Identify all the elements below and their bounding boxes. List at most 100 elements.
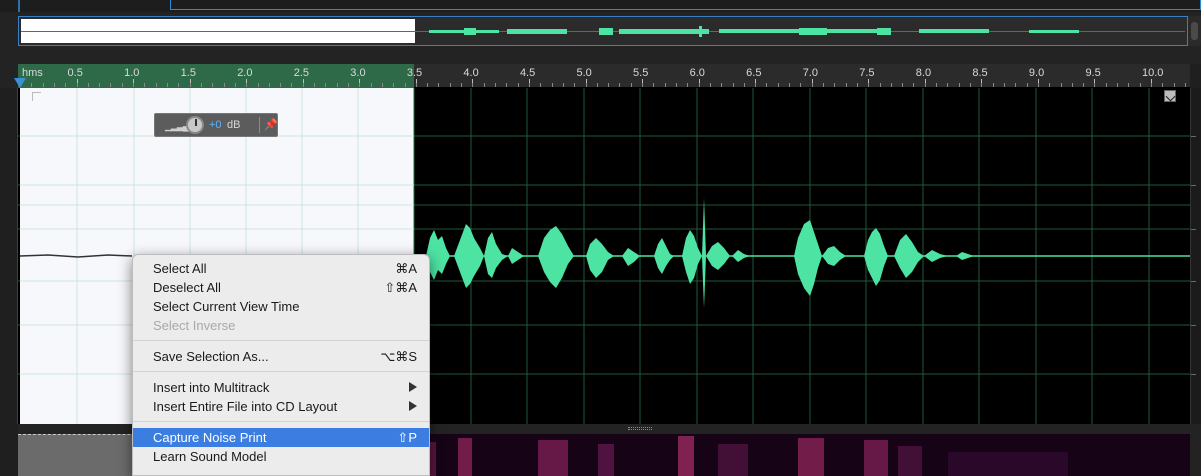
menu-item-select-all[interactable]: Select All ⌘A <box>133 259 429 278</box>
ruler-minor-tick <box>698 83 700 87</box>
ruler-minor-tick <box>981 83 983 87</box>
overview-waveform <box>429 26 1079 37</box>
ruler-minor-tick <box>1003 83 1005 87</box>
ruler-minor-tick <box>133 83 135 87</box>
ruler-tick-label: 6.5 <box>746 67 762 79</box>
ruler-tick-label: 7.5 <box>859 67 875 79</box>
ruler-minor-tick <box>438 83 440 87</box>
ruler-minor-tick <box>121 83 123 87</box>
panel-edge <box>18 0 20 12</box>
ruler-minor-tick <box>99 83 101 87</box>
ruler-minor-tick <box>223 83 225 87</box>
zoom-fit-icon[interactable] <box>1164 90 1176 102</box>
ruler-tick-label: 7.0 <box>802 67 818 79</box>
ruler-minor-tick <box>42 83 44 87</box>
ruler-minor-tick <box>596 83 598 87</box>
ruler-minor-tick <box>777 83 779 87</box>
menu-item-insert-into-multitrack[interactable]: Insert into Multitrack <box>133 378 429 397</box>
ruler-minor-tick <box>1151 83 1152 87</box>
ruler-minor-tick <box>280 83 282 87</box>
ruler-minor-tick <box>936 83 938 87</box>
ruler-minor-tick <box>31 83 33 87</box>
top-panel-strip <box>0 0 1201 12</box>
ruler-minor-tick <box>551 83 553 87</box>
menu-item-deselect-all[interactable]: Deselect All ⇧⌘A <box>133 278 429 297</box>
ruler-tick-label: 2.5 <box>293 67 310 79</box>
ruler-minor-tick <box>246 83 248 87</box>
ruler-minor-tick <box>302 83 304 87</box>
ruler-minor-tick <box>1117 83 1119 87</box>
ruler-tick-label: 1.5 <box>180 67 196 79</box>
menu-item-learn-sound-model[interactable]: Learn Sound Model <box>133 447 429 466</box>
ruler-tick-label: 5.5 <box>633 67 649 79</box>
ruler-tick-label: 9.0 <box>1028 67 1045 79</box>
ruler-minor-tick <box>1026 83 1028 87</box>
ruler-minor-tick <box>178 83 180 87</box>
ruler-minor-tick <box>687 83 689 87</box>
menu-separator <box>133 421 429 422</box>
volume-knob[interactable] <box>186 116 204 134</box>
zoom-fit-corner-left[interactable] <box>32 92 41 101</box>
ruler-minor-tick <box>856 83 858 87</box>
ruler-minor-tick <box>461 83 463 87</box>
volume-hud[interactable]: ▁▂▃▄▅ +0 dB 📌 <box>154 113 278 137</box>
pin-icon[interactable]: 📌 <box>264 118 278 131</box>
ruler-minor-tick <box>811 83 813 87</box>
ruler-minor-tick <box>336 83 338 87</box>
ruler-minor-tick <box>642 83 644 87</box>
menu-item-select-inverse: Select Inverse <box>153 318 236 333</box>
ruler-minor-tick <box>823 83 824 87</box>
ruler-minor-tick <box>155 83 157 87</box>
ruler-minor-tick <box>619 83 621 87</box>
splitter-grip[interactable] <box>628 427 652 430</box>
ruler-minor-tick <box>902 83 904 87</box>
ruler-tick-label: 0.5 <box>67 67 83 79</box>
ruler-minor-tick <box>381 83 383 87</box>
ruler-tick-label: 4.0 <box>463 67 479 79</box>
ruler-minor-tick <box>664 83 666 87</box>
time-ruler[interactable]: hms 0.5 1.0 1.5 2.0 2.5 3.0 3.5 4.0 4.5 5.0 5.5 6.0… <box>14 64 1190 88</box>
ruler-minor-tick <box>789 83 791 87</box>
ruler-minor-tick <box>314 83 316 87</box>
left-gutter <box>0 88 18 476</box>
context-menu[interactable]: Select All ⌘A Deselect All ⇧⌘A Select Cu… <box>132 254 430 476</box>
ruler-minor-tick <box>574 83 576 87</box>
overview-navigator[interactable] <box>18 16 1188 46</box>
ruler-minor-tick <box>630 83 632 87</box>
ruler-tick-label: 3.0 <box>350 67 366 79</box>
ruler-minor-tick <box>947 83 949 87</box>
menu-item-save-selection-as[interactable]: Save Selection As... ⌥⌘S <box>133 347 429 366</box>
ruler-minor-tick <box>370 83 372 87</box>
ruler-minor-tick <box>472 83 474 87</box>
ruler-minor-tick <box>562 83 564 87</box>
menu-item-insert-into-cd-layout[interactable]: Insert Entire File into CD Layout <box>133 397 429 416</box>
ruler-minor-tick <box>110 83 112 87</box>
ruler-minor-tick <box>347 83 349 87</box>
ruler-minor-tick <box>483 83 485 87</box>
ruler-minor-tick <box>709 83 711 87</box>
menu-item-select-current-view-time[interactable]: Select Current View Time <box>133 297 429 316</box>
ruler-minor-tick <box>924 83 926 87</box>
amplitude-scale <box>1190 88 1201 424</box>
ruler-minor-tick <box>1083 83 1085 87</box>
overview-scroll-thumb[interactable] <box>1191 22 1198 40</box>
ruler-tick-label: 10.0 <box>1142 67 1164 79</box>
ruler-minor-tick <box>834 83 836 87</box>
ruler-minor-tick <box>913 83 915 87</box>
ruler-minor-tick <box>1139 83 1141 87</box>
ruler-minor-tick <box>212 83 214 87</box>
ruler-minor-tick <box>1128 83 1130 87</box>
ruler-minor-tick <box>144 83 146 87</box>
ruler-minor-tick <box>958 83 960 87</box>
ruler-minor-tick <box>1015 83 1017 87</box>
ruler-minor-tick <box>721 83 723 87</box>
ruler-minor-tick <box>868 83 870 87</box>
menu-item-capture-noise-print[interactable]: Capture Noise Print ⇧P <box>133 428 429 447</box>
ruler-tick-label: 3.5 <box>406 67 423 79</box>
overview-scrollbar[interactable] <box>1188 16 1201 46</box>
ruler-minor-tick <box>325 83 327 87</box>
playhead-marker[interactable] <box>14 78 26 88</box>
ruler-tick-label: 8.5 <box>972 67 988 79</box>
ruler-tick-label: 5.0 <box>576 67 592 79</box>
ruler-minor-tick <box>675 83 677 87</box>
